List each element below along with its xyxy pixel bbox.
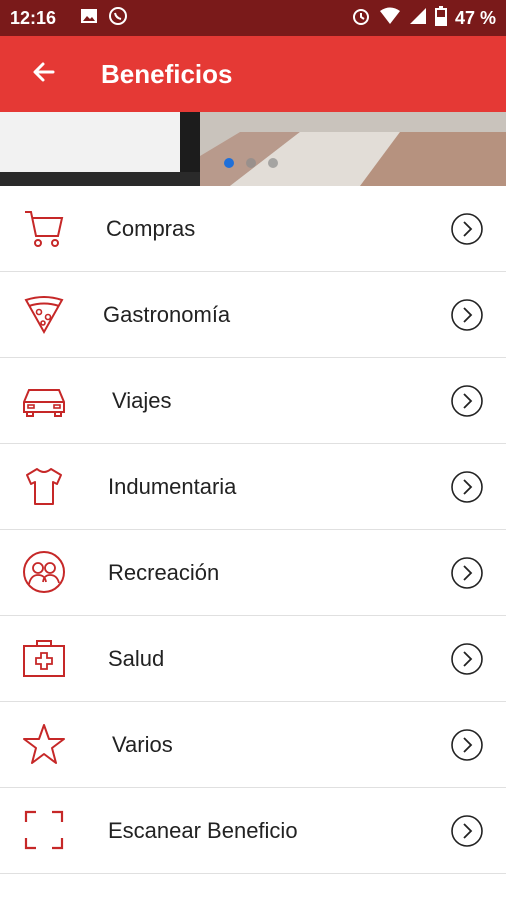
list-item-gastronomia[interactable]: Gastronomía: [0, 272, 506, 358]
list-item-label: Escanear Beneficio: [108, 817, 298, 843]
carousel-dot[interactable]: [268, 158, 278, 168]
carousel-dots: [224, 158, 278, 168]
status-time: 12:16: [10, 7, 57, 28]
list-item-compras[interactable]: Compras: [0, 186, 506, 272]
shirt-icon: [20, 462, 68, 510]
chevron-right-icon[interactable]: [450, 642, 484, 676]
list-item-label: Compras: [106, 215, 196, 241]
list-item-recreacion[interactable]: Recreación: [0, 530, 506, 616]
list-item-label: Varios: [112, 731, 173, 757]
list-item-salud[interactable]: Salud: [0, 616, 506, 702]
chevron-right-icon[interactable]: [450, 212, 484, 246]
battery-percent: 47 %: [454, 7, 496, 28]
carousel-dot[interactable]: [246, 158, 256, 168]
people-icon: [20, 548, 68, 596]
star-icon: [20, 720, 68, 768]
promo-carousel[interactable]: [0, 112, 506, 186]
carousel-dot-active[interactable]: [224, 158, 234, 168]
list-item-escanear-beneficio[interactable]: Escanear Beneficio: [0, 788, 506, 874]
list-item-viajes[interactable]: Viajes: [0, 358, 506, 444]
list-item-label: Viajes: [112, 387, 172, 413]
cart-icon: [20, 204, 68, 252]
whatsapp-icon: [108, 6, 128, 31]
car-icon: [20, 376, 68, 424]
scan-icon: [20, 806, 68, 854]
medkit-icon: [20, 634, 68, 682]
pizza-icon: [20, 290, 68, 338]
image-notification-icon: [80, 7, 98, 30]
chevron-right-icon[interactable]: [450, 814, 484, 848]
status-bar: 12:16 47 %: [0, 0, 506, 36]
battery-icon: [434, 5, 447, 31]
carousel-image: [0, 112, 506, 186]
chevron-right-icon[interactable]: [450, 298, 484, 332]
signal-icon: [409, 7, 427, 30]
wifi-icon: [379, 7, 401, 30]
list-item-label: Salud: [108, 645, 165, 671]
list-item-varios[interactable]: Varios: [0, 702, 506, 788]
list-item-label: Recreación: [108, 559, 220, 585]
back-button[interactable]: [14, 36, 74, 112]
alarm-icon: [351, 6, 371, 31]
arrow-left-icon: [31, 59, 57, 90]
benefits-list: Compras Gastronomía Viajes Indumentaria: [0, 186, 506, 874]
chevron-right-icon[interactable]: [450, 470, 484, 504]
list-item-label: Gastronomía: [103, 301, 231, 327]
chevron-right-icon[interactable]: [450, 556, 484, 590]
chevron-right-icon[interactable]: [450, 728, 484, 762]
page-title: Beneficios: [101, 58, 233, 89]
list-item-label: Indumentaria: [108, 473, 237, 499]
chevron-right-icon[interactable]: [450, 384, 484, 418]
list-item-indumentaria[interactable]: Indumentaria: [0, 444, 506, 530]
app-bar: Beneficios: [0, 36, 506, 112]
